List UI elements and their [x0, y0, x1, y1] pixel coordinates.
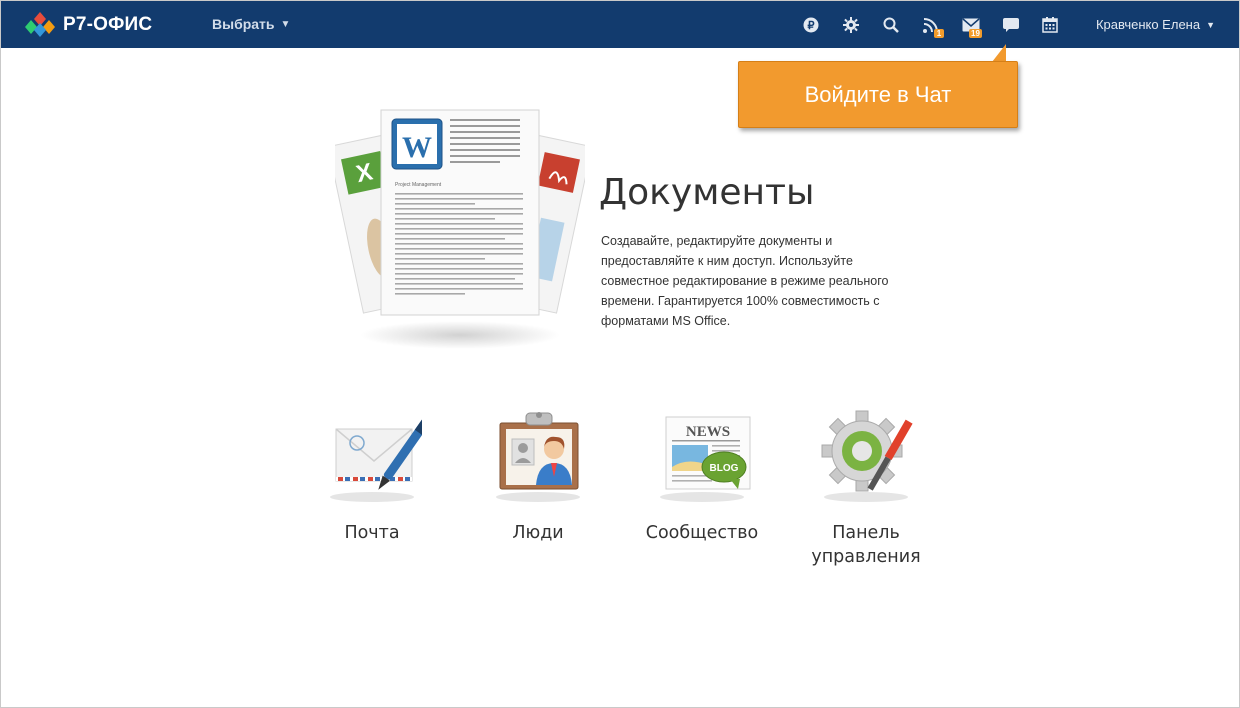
svg-text:W: W — [402, 131, 432, 164]
mail-badge: 19 — [969, 29, 982, 38]
ruble-icon[interactable]: ₽ — [799, 13, 823, 37]
documents-description: Создавайте, редактируйте документы и пре… — [601, 234, 889, 328]
feed-icon[interactable]: 1 — [919, 13, 944, 38]
documents-title: Документы — [599, 172, 815, 213]
module-people[interactable]: Люди — [473, 400, 603, 545]
mail-icon[interactable]: 19 — [959, 13, 983, 38]
news-blog-icon: NEWS BLOG — [637, 400, 767, 505]
top-navigation-bar: Р7-ОФИС Выбрать ▼ ₽ 1 19 Кравченко Елена… — [1, 1, 1239, 48]
module-mail-label: Почта — [344, 523, 400, 543]
module-people-label: Люди — [512, 523, 564, 543]
documents-illustration: X W Project Management — [327, 105, 593, 360]
callout-text: Войдите в Чат — [804, 81, 952, 107]
preview-heading: Project Management — [395, 182, 442, 188]
mail-envelope-icon — [307, 400, 437, 505]
brand-name: Р7-ОФИС — [63, 13, 153, 35]
module-select-dropdown[interactable]: Выбрать ▼ — [212, 16, 290, 32]
user-menu[interactable]: Кравченко Елена ▼ — [1096, 17, 1215, 32]
page-frame — [0, 0, 1240, 708]
callout-pointer — [992, 44, 1006, 62]
news-text: NEWS — [686, 424, 730, 440]
feed-badge: 1 — [934, 29, 944, 38]
user-name: Кравченко Елена — [1095, 17, 1201, 32]
search-icon[interactable] — [879, 13, 903, 37]
chat-icon[interactable] — [999, 13, 1023, 37]
module-mail[interactable]: Почта — [307, 400, 437, 545]
people-icon — [473, 400, 603, 505]
chevron-down-icon: ▼ — [1206, 19, 1215, 30]
control-panel-icon — [801, 400, 931, 505]
module-community[interactable]: NEWS BLOG Сообщество — [637, 400, 767, 545]
brand-logo[interactable]: Р7-ОФИС — [23, 11, 152, 38]
module-control-panel[interactable]: Панель управления — [801, 400, 931, 569]
module-community-label: Сообщество — [645, 523, 759, 543]
logo-diamonds-icon — [25, 12, 55, 37]
gear-icon[interactable] — [839, 13, 863, 37]
chat-callout[interactable]: Войдите в Чат — [738, 61, 1018, 128]
blog-text: BLOG — [710, 463, 739, 474]
module-select-label: Выбрать — [212, 16, 275, 32]
svg-text:₽: ₽ — [808, 20, 815, 32]
module-control-panel-label: Панель управления — [811, 523, 921, 567]
calendar-icon[interactable] — [1038, 13, 1062, 37]
chevron-down-icon: ▼ — [280, 18, 291, 30]
